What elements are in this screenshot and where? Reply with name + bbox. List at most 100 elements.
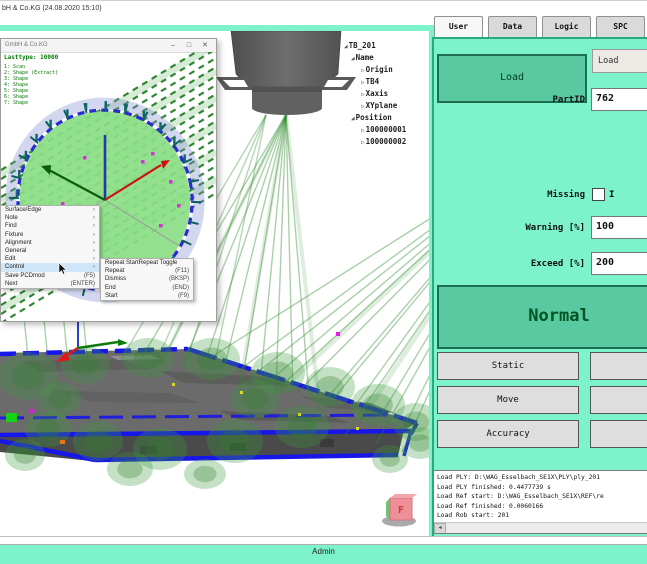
tree-item-label: 100000002 bbox=[366, 137, 407, 146]
missing-checkbox-label: I bbox=[609, 190, 614, 200]
application-window: bH & Co.KG (24.08.2020 15:10) bbox=[0, 0, 647, 564]
tree-item-label: Name bbox=[356, 53, 374, 62]
expander-icon[interactable]: ▷ bbox=[361, 79, 365, 86]
tree-item-label: Position bbox=[356, 113, 392, 122]
menu-item-general[interactable]: General› bbox=[1, 247, 99, 255]
tree-item-label: 100000001 bbox=[366, 125, 407, 134]
accuracy-button[interactable]: Accuracy bbox=[437, 420, 579, 448]
window-top-border bbox=[0, 0, 647, 1]
window-title: bH & Co.KG (24.08.2020 15:10) bbox=[2, 5, 102, 12]
context-menu: Surface/Edge› Note› Find› Fixture› Align… bbox=[0, 205, 100, 289]
tab-logic[interactable]: Logic bbox=[542, 16, 591, 37]
frame-band-bottom bbox=[0, 558, 647, 564]
submenu-arrow-icon: › bbox=[93, 223, 95, 229]
submenu-item-start[interactable]: Start(F9) bbox=[101, 292, 193, 300]
cut-button-2[interactable] bbox=[590, 386, 647, 414]
expander-icon[interactable]: ▷ bbox=[361, 139, 365, 146]
expander-icon[interactable]: ▷ bbox=[361, 103, 365, 110]
menu-item-note[interactable]: Note› bbox=[1, 214, 99, 222]
inner-window-title: GmbH & Co.KG bbox=[5, 42, 48, 48]
minimize-icon[interactable]: – bbox=[166, 40, 180, 51]
tree-item[interactable]: ▷100000001 bbox=[344, 124, 430, 136]
tree-item-label: Xaxis bbox=[366, 89, 389, 98]
missing-checkbox[interactable] bbox=[592, 188, 605, 201]
submenu-arrow-icon: › bbox=[93, 240, 95, 246]
menu-item-next[interactable]: Next(ENTER) bbox=[1, 280, 99, 288]
log-line: Load Ref finished: 0.0060166 bbox=[437, 502, 604, 512]
view-cube[interactable]: F bbox=[382, 494, 417, 527]
tab-spc[interactable]: SPC bbox=[596, 16, 645, 37]
tree-item-label: Origin bbox=[366, 65, 393, 74]
expander-icon[interactable]: ◢ bbox=[351, 55, 355, 62]
tree-root-label: TB_201 bbox=[349, 41, 376, 50]
static-button[interactable]: Static bbox=[437, 352, 579, 380]
warning-label: Warning [%] bbox=[470, 223, 585, 233]
tree-item[interactable]: ▷100000002 bbox=[344, 136, 430, 148]
tree-item[interactable]: ▷XYplane bbox=[344, 100, 430, 112]
tree-item[interactable]: ▷Origin bbox=[344, 64, 430, 76]
menu-item-save-pcdmod[interactable]: Save PCDmod(F5) bbox=[1, 272, 99, 280]
exceed-label: Exceed [%] bbox=[470, 259, 585, 269]
feature-tree: ◢TB_201 ◢Name ▷Origin ▷TB4 ▷Xaxis ▷XYpla… bbox=[344, 40, 430, 148]
menu-item-edit[interactable]: Edit› bbox=[1, 255, 99, 263]
tree-item-label: TB4 bbox=[366, 77, 380, 86]
submenu-arrow-icon: › bbox=[93, 215, 95, 221]
log-line: Load PLY: D:\WAG_Esselbach_SE1X\PLY\ply_… bbox=[437, 473, 604, 483]
tree-item[interactable]: ▷Xaxis bbox=[344, 88, 430, 100]
partid-field[interactable]: 762 bbox=[591, 88, 647, 111]
log-horizontal-scrollbar[interactable]: ◂ bbox=[434, 522, 647, 533]
tree-item[interactable]: ▷TB4 bbox=[344, 76, 430, 88]
expander-icon[interactable]: ◢ bbox=[344, 43, 348, 50]
menu-item-fixture[interactable]: Fixture› bbox=[1, 231, 99, 239]
menu-item-control[interactable]: Control› bbox=[1, 263, 99, 271]
partid-label: PartID bbox=[480, 95, 585, 105]
status-bar: Admin bbox=[0, 544, 647, 559]
tree-item[interactable]: ◢Name bbox=[344, 52, 430, 64]
scan-legend: Lasttype: 10000 1: Scan 2: Shape (Extrac… bbox=[4, 55, 58, 106]
submenu-item-repeat[interactable]: Repeat(F11) bbox=[101, 267, 193, 275]
log-line: Load PLY finished: 0.4477739 s bbox=[437, 483, 604, 493]
legend-line: 7: Shape bbox=[4, 100, 58, 106]
load-more-button[interactable]: Load bbox=[592, 49, 647, 73]
warning-field[interactable]: 100 bbox=[591, 216, 647, 239]
menu-item-surface-edge[interactable]: Surface/Edge› bbox=[1, 206, 99, 214]
submenu-arrow-icon: › bbox=[93, 264, 95, 270]
tree-root[interactable]: ◢TB_201 bbox=[344, 40, 430, 52]
submenu-item-dismiss[interactable]: Dismiss(BKSP) bbox=[101, 275, 193, 283]
move-button[interactable]: Move bbox=[437, 386, 579, 414]
maximize-icon[interactable]: □ bbox=[182, 40, 196, 51]
cut-button-1[interactable] bbox=[590, 352, 647, 380]
submenu-arrow-icon: › bbox=[93, 256, 95, 262]
exceed-field[interactable]: 200 bbox=[591, 252, 647, 275]
tree-item[interactable]: ◢Position bbox=[344, 112, 430, 124]
log-line: Load Ref start: D:\WAG_Esselbach_SE1X\RE… bbox=[437, 492, 604, 502]
menu-item-alignment[interactable]: Alignment› bbox=[1, 239, 99, 247]
3d-viewport[interactable]: F GmbH & Co.KG – □ ✕ bbox=[0, 31, 429, 536]
mouse-cursor-icon bbox=[58, 263, 67, 275]
menu-item-find[interactable]: Find› bbox=[1, 222, 99, 230]
submenu-item-repeat-mode[interactable]: Repeat StartRepeat Toggle bbox=[101, 259, 193, 267]
scroll-left-icon[interactable]: ◂ bbox=[434, 523, 446, 534]
log-output[interactable]: Load PLY: D:\WAG_Esselbach_SE1X\PLY\ply_… bbox=[433, 470, 647, 534]
expander-icon[interactable]: ▷ bbox=[361, 127, 365, 134]
tree-item-label: XYplane bbox=[366, 101, 398, 110]
submenu-arrow-icon: › bbox=[93, 232, 95, 238]
status-normal-button[interactable]: Normal bbox=[437, 285, 647, 349]
cut-button-3[interactable] bbox=[590, 420, 647, 448]
expander-icon[interactable]: ▷ bbox=[361, 67, 365, 74]
expander-icon[interactable]: ◢ bbox=[351, 115, 355, 122]
sensor-camera-model bbox=[216, 31, 356, 115]
legend-line: Lasttype: 10000 bbox=[4, 55, 58, 61]
submenu-arrow-icon: › bbox=[93, 248, 95, 254]
submenu-arrow-icon: › bbox=[93, 207, 95, 213]
tab-user[interactable]: User bbox=[434, 16, 483, 37]
submenu-item-end[interactable]: End(END) bbox=[101, 284, 193, 292]
tab-data[interactable]: Data bbox=[488, 16, 537, 37]
context-submenu: Repeat StartRepeat Toggle Repeat(F11) Di… bbox=[100, 258, 194, 301]
status-user: Admin bbox=[312, 547, 335, 556]
inner-window-titlebar[interactable]: GmbH & Co.KG – □ ✕ bbox=[1, 39, 216, 53]
view-cube-front-label: F bbox=[398, 505, 404, 516]
close-icon[interactable]: ✕ bbox=[198, 40, 212, 51]
missing-label: Missing bbox=[480, 190, 585, 200]
expander-icon[interactable]: ▷ bbox=[361, 91, 365, 98]
